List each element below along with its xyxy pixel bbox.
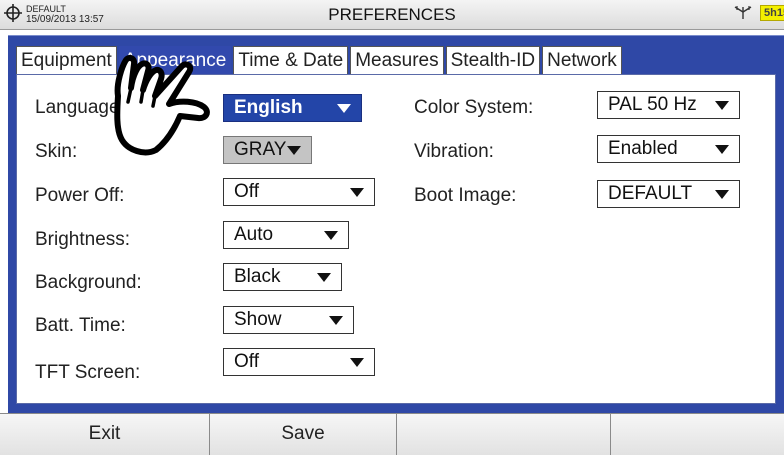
boot-image-value: DEFAULT [608, 183, 693, 204]
page-title: PREFERENCES [328, 5, 456, 24]
triangle-down-icon [287, 146, 301, 155]
skin-value: GRAY [234, 139, 287, 160]
save-button[interactable]: Save [210, 414, 397, 455]
brightness-select[interactable]: Auto [223, 221, 349, 249]
batt-time-value: Show [234, 309, 282, 330]
brightness-value: Auto [234, 224, 274, 245]
batt-time-label: Batt. Time: [35, 315, 126, 336]
battery-indicator: 5h15 [760, 5, 784, 21]
color-system-label: Color System: [414, 97, 534, 118]
softkey-3[interactable] [397, 414, 611, 455]
language-value: English [234, 97, 303, 118]
tft-screen-value: Off [234, 351, 259, 372]
tab-time-date[interactable]: Time & Date [233, 46, 349, 74]
power-off-value: Off [234, 181, 259, 202]
triangle-down-icon [329, 316, 343, 325]
background-label: Background: [35, 272, 142, 293]
vibration-label: Vibration: [414, 141, 494, 162]
tab-network[interactable]: Network [542, 46, 622, 74]
triangle-down-icon [317, 273, 331, 282]
hand-pointer-icon [114, 54, 210, 156]
softkey-4[interactable] [611, 414, 784, 455]
vibration-value: Enabled [608, 138, 678, 159]
batt-time-select[interactable]: Show [223, 306, 354, 334]
vibration-select[interactable]: Enabled [597, 135, 740, 163]
exit-button[interactable]: Exit [0, 414, 210, 455]
background-select[interactable]: Black [223, 263, 342, 291]
triangle-down-icon [337, 104, 351, 113]
brightness-label: Brightness: [35, 229, 131, 250]
tab-measures[interactable]: Measures [350, 46, 444, 74]
color-system-value: PAL 50 Hz [608, 94, 697, 115]
triangle-down-icon [715, 101, 729, 110]
triangle-down-icon [350, 358, 364, 367]
power-off-select[interactable]: Off [223, 178, 375, 206]
background-value: Black [234, 266, 281, 287]
triangle-down-icon [350, 188, 364, 197]
status-bar: DEFAULT 15/09/2013 13:57 PREFERENCES 5h1… [0, 0, 784, 30]
tft-screen-label: TFT Screen: [35, 362, 141, 383]
tft-screen-select[interactable]: Off [223, 348, 375, 376]
tab-stealth-id[interactable]: Stealth-ID [445, 46, 541, 74]
boot-image-select[interactable]: DEFAULT [597, 180, 740, 208]
antenna-icon [734, 6, 752, 19]
softkey-bar: Exit Save [0, 413, 784, 455]
triangle-down-icon [715, 145, 729, 154]
skin-select[interactable]: GRAY [223, 136, 312, 164]
color-system-select[interactable]: PAL 50 Hz [597, 91, 740, 119]
skin-label: Skin: [35, 141, 78, 162]
boot-image-label: Boot Image: [414, 185, 517, 206]
power-off-label: Power Off: [35, 185, 125, 206]
triangle-down-icon [324, 231, 338, 240]
language-select[interactable]: English [223, 94, 362, 122]
triangle-down-icon [715, 190, 729, 199]
